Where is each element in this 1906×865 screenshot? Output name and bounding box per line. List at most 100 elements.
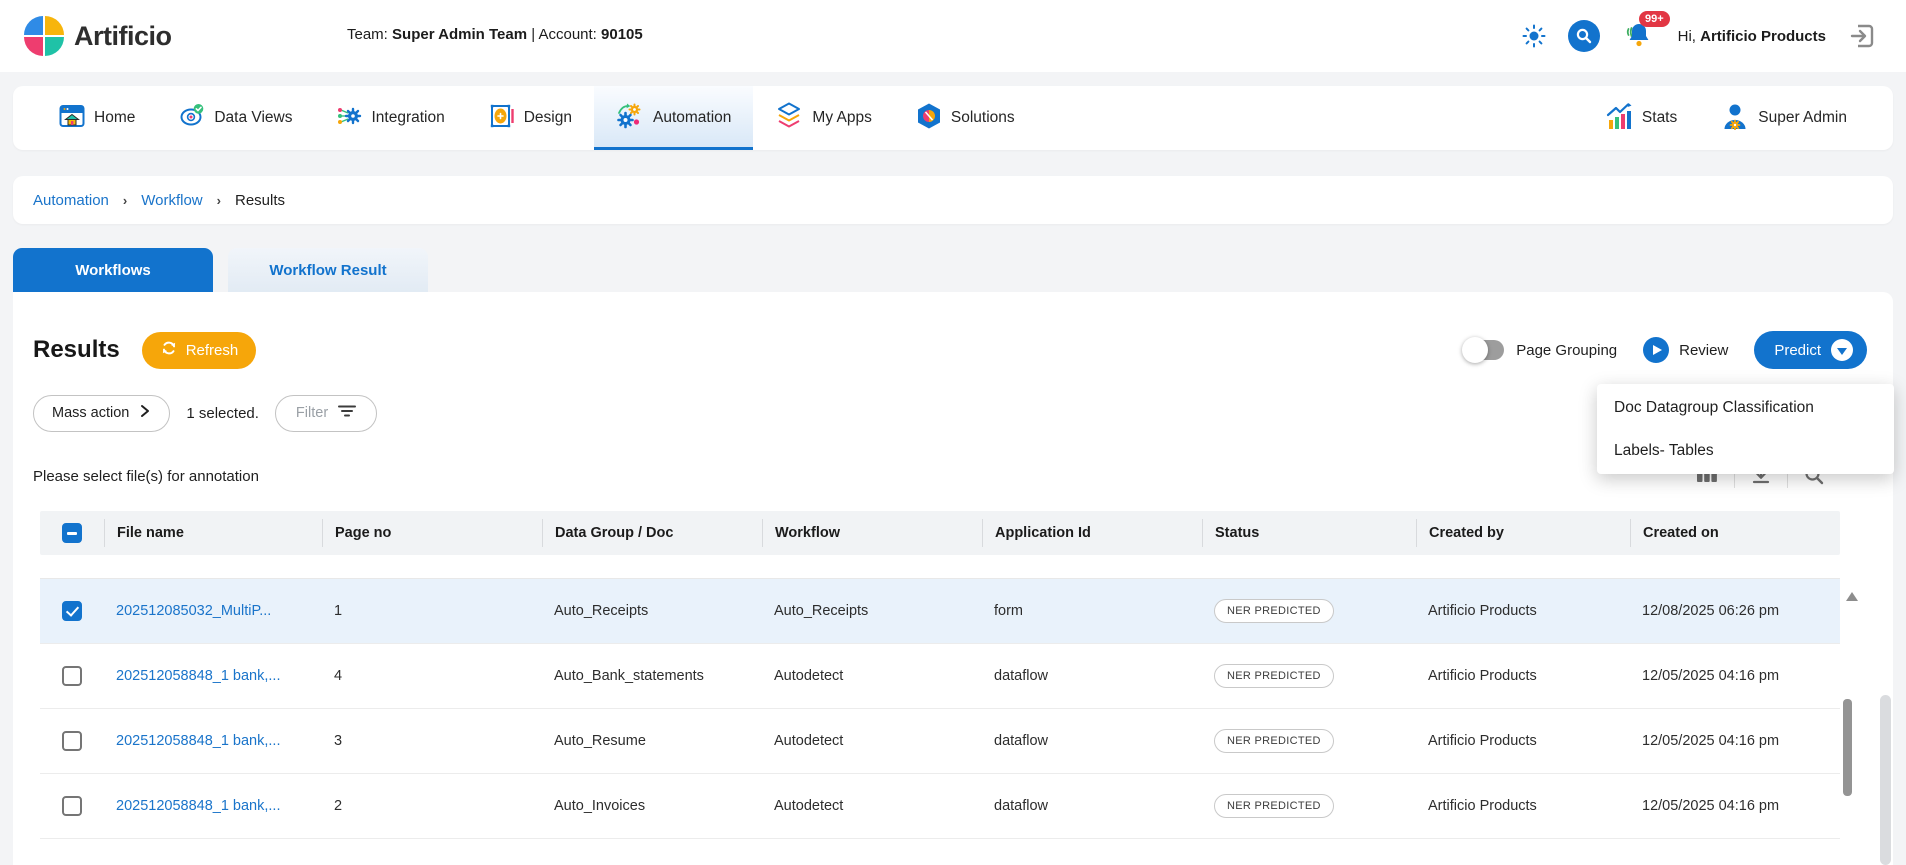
table-scrollbar-thumb[interactable] — [1843, 699, 1852, 796]
top-header: Artificio Team: Super Admin Team | Accou… — [0, 0, 1906, 72]
tab-workflows[interactable]: Workflows — [13, 248, 213, 292]
application-id-cell: dataflow — [982, 733, 1202, 749]
col-header-data-group[interactable]: Data Group / Doc — [542, 519, 762, 547]
col-header-application-id[interactable]: Application Id — [982, 519, 1202, 547]
page-no-cell: 2 — [322, 798, 542, 814]
page-scrollbar-thumb[interactable] — [1880, 695, 1891, 865]
file-name-link[interactable]: 202512058848_1 bank,... — [116, 798, 280, 814]
filter-icon — [338, 404, 356, 422]
notification-count-badge: 99+ — [1639, 11, 1670, 27]
chevron-down-icon — [1831, 339, 1853, 361]
nav-item-my-apps[interactable]: My Apps — [753, 86, 893, 150]
menu-item-labels-tables[interactable]: Labels- Tables — [1597, 429, 1894, 472]
col-header-status[interactable]: Status — [1202, 519, 1416, 547]
nav-item-solutions[interactable]: Solutions — [894, 86, 1037, 150]
mass-action-label: Mass action — [52, 405, 129, 421]
nav-item-super-admin[interactable]: Super Admin — [1699, 86, 1869, 150]
table-row[interactable]: 202512085032_MultiP... 1 Auto_Receipts A… — [40, 579, 1840, 644]
brand[interactable]: Artificio — [24, 16, 172, 56]
integration-icon — [336, 103, 362, 134]
table-row[interactable]: 202512058848_1 bank,... 3 Auto_Resume Au… — [40, 709, 1840, 774]
nav-item-home[interactable]: Home — [37, 86, 157, 150]
application-id-cell: dataflow — [982, 668, 1202, 684]
menu-item-doc-datagroup-classification[interactable]: Doc Datagroup Classification — [1597, 386, 1894, 429]
mass-action-button[interactable]: Mass action — [33, 395, 170, 432]
nav-item-integration[interactable]: Integration — [314, 86, 466, 150]
created-on-cell: 12/08/2025 06:26 pm — [1630, 603, 1840, 619]
refresh-icon — [160, 339, 178, 361]
nav-item-automation[interactable]: Automation — [594, 86, 753, 150]
status-badge: NER PREDICTED — [1214, 599, 1334, 623]
page: Artificio Team: Super Admin Team | Accou… — [0, 0, 1906, 865]
results-header-row: Results Refresh Page Grouping Review Pre… — [13, 292, 1893, 372]
page-grouping-label: Page Grouping — [1516, 342, 1617, 359]
col-header-created-by[interactable]: Created by — [1416, 519, 1630, 547]
nav-item-design[interactable]: Design — [467, 86, 594, 150]
nav-label: Solutions — [951, 109, 1015, 127]
review-button[interactable]: Review — [1643, 337, 1728, 363]
row-checkbox[interactable] — [62, 666, 82, 686]
data-group-cell: Auto_Bank_statements — [542, 668, 762, 684]
workflow-cell: Auto_Receipts — [762, 603, 982, 619]
nav-item-stats[interactable]: Stats — [1583, 86, 1699, 150]
theme-sun-icon[interactable] — [1522, 24, 1546, 48]
review-label: Review — [1679, 342, 1728, 359]
file-name-link[interactable]: 202512085032_MultiP... — [116, 603, 271, 619]
results-table: File name Page no Data Group / Doc Workf… — [40, 511, 1840, 839]
nav-right: Stats Super Admin — [1583, 86, 1869, 150]
page-grouping-toggle[interactable] — [1464, 340, 1504, 360]
col-header-page-no[interactable]: Page no — [322, 519, 542, 547]
col-header-workflow[interactable]: Workflow — [762, 519, 982, 547]
table-row[interactable]: 202512058848_1 bank,... 2 Auto_Invoices … — [40, 774, 1840, 839]
application-id-cell: dataflow — [982, 798, 1202, 814]
predict-dropdown-menu: Doc Datagroup Classification Labels- Tab… — [1597, 384, 1894, 474]
page-grouping-control: Page Grouping — [1464, 340, 1617, 360]
solutions-icon — [916, 102, 942, 135]
logout-icon[interactable] — [1848, 22, 1876, 50]
user-greeting: Hi, Artificio Products — [1678, 28, 1826, 45]
col-header-created-on[interactable]: Created on — [1630, 519, 1840, 547]
col-header-file-name[interactable]: File name — [104, 519, 322, 547]
workflow-cell: Autodetect — [762, 798, 982, 814]
notifications-bell-icon[interactable]: 99+ — [1622, 18, 1656, 54]
created-by-cell: Artificio Products — [1416, 603, 1630, 619]
tab-bar: Workflows Workflow Result — [13, 248, 428, 292]
global-search-icon[interactable] — [1568, 20, 1600, 52]
row-checkbox[interactable] — [62, 731, 82, 751]
data-group-cell: Auto_Receipts — [542, 603, 762, 619]
file-name-link[interactable]: 202512058848_1 bank,... — [116, 668, 280, 684]
row-checkbox[interactable] — [62, 601, 82, 621]
chevron-right-icon: › — [123, 193, 127, 208]
nav-label: Design — [524, 109, 572, 127]
data-group-cell: Auto_Invoices — [542, 798, 762, 814]
nav-label: Automation — [653, 109, 731, 127]
select-all-checkbox[interactable] — [62, 523, 82, 543]
predict-button[interactable]: Predict — [1754, 331, 1867, 369]
created-on-cell: 12/05/2025 04:16 pm — [1630, 668, 1840, 684]
application-id-cell: form — [982, 603, 1202, 619]
results-controls: Page Grouping Review Predict — [1464, 331, 1867, 369]
header-actions: 99+ Hi, Artificio Products — [1522, 0, 1876, 72]
breadcrumb-results: Results — [235, 192, 285, 209]
play-icon — [1643, 337, 1669, 363]
brand-name: Artificio — [74, 21, 172, 52]
workflow-cell: Autodetect — [762, 733, 982, 749]
my-apps-icon — [775, 102, 803, 135]
page-no-cell: 3 — [322, 733, 542, 749]
created-on-cell: 12/05/2025 04:16 pm — [1630, 733, 1840, 749]
file-name-link[interactable]: 202512058848_1 bank,... — [116, 733, 280, 749]
nav-item-data-views[interactable]: Data Views — [157, 86, 314, 150]
separator: | — [531, 26, 535, 43]
filter-button[interactable]: Filter — [275, 395, 377, 432]
refresh-button[interactable]: Refresh — [142, 332, 257, 369]
page-no-cell: 1 — [322, 603, 542, 619]
table-scroll-up-arrow[interactable] — [1846, 592, 1858, 601]
breadcrumb-automation[interactable]: Automation — [33, 192, 109, 209]
data-views-icon — [179, 103, 205, 134]
design-icon — [489, 103, 515, 134]
breadcrumb-workflow[interactable]: Workflow — [141, 192, 202, 209]
row-checkbox[interactable] — [62, 796, 82, 816]
table-row[interactable]: 202512058848_1 bank,... 4 Auto_Bank_stat… — [40, 644, 1840, 709]
predict-label: Predict — [1774, 342, 1821, 359]
tab-workflow-result[interactable]: Workflow Result — [228, 248, 428, 292]
